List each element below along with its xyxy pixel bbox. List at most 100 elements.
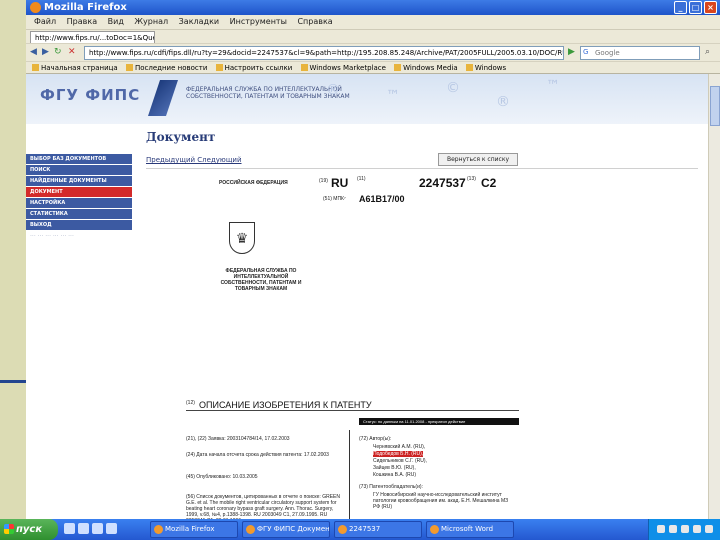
application-field: (21), (22) Заявка: 2003104784/14, 17.02.…: [186, 436, 290, 442]
sidebar-item-settings[interactable]: НАСТРОЙКА: [26, 198, 132, 208]
tab-strip: http://www.fips.ru/...toDoc=1&Query=...: [26, 29, 720, 44]
status-bar: Статус: по данным на 11.01.2008 - прекра…: [359, 418, 519, 425]
prev-next-links[interactable]: Предыдущий Следующий: [146, 156, 242, 164]
search-icon[interactable]: ⌕: [705, 47, 710, 57]
page-title: Документ: [146, 130, 216, 144]
authors-label: (72) Автор(ы):: [359, 436, 392, 442]
quicklaunch-icon[interactable]: [64, 523, 75, 534]
taskbar-item[interactable]: Microsoft Word: [426, 521, 514, 538]
bookmark-item[interactable]: Настроить ссылки: [215, 64, 292, 72]
bookmark-icon: [215, 64, 223, 71]
minimize-button[interactable]: _: [674, 1, 687, 14]
taskbar-item[interactable]: Mozilla Firefox: [150, 521, 238, 538]
divider: [146, 168, 698, 169]
taskbar-item[interactable]: ФГУ ФИПС Документ: [242, 521, 330, 538]
document-heading: ОПИСАНИЕ ИЗОБРЕТЕНИЯ К ПАТЕНТУ: [199, 400, 372, 410]
menu-tools[interactable]: Инструменты: [230, 17, 287, 26]
sidebar-item-found-documents[interactable]: НАЙДЕННЫЕ ДОКУМЕНТЫ: [26, 176, 132, 186]
bookmark-item[interactable]: Windows: [465, 64, 506, 72]
bookmark-icon: [465, 64, 473, 71]
bookmarks-bar: Начальная страница Последние новости Нас…: [26, 61, 720, 74]
address-input[interactable]: http://www.fips.ru/cdfi/fips.dll/ru?ty=2…: [84, 46, 564, 60]
start-date-field: (24) Дата начала отсчета срока действия …: [186, 452, 329, 458]
patent-document: РОССИЙСКАЯ ФЕДЕРАЦИЯ ♛ (19) RU (11) 2247…: [181, 174, 526, 520]
owner-value: ГУ Новосибирский научно-исследовательски…: [373, 492, 509, 510]
word-icon: [430, 525, 439, 534]
taskbar: пуск Mozilla Firefox ФГУ ФИПС Документ 2…: [0, 519, 720, 540]
bookmark-item[interactable]: Windows Marketplace: [300, 64, 386, 72]
bookmark-item[interactable]: Начальная страница: [32, 64, 118, 72]
trademark-icon: ™: [386, 88, 400, 104]
tray-icon[interactable]: [681, 525, 689, 533]
firefox-icon: [30, 2, 41, 13]
bookmark-item[interactable]: Последние новости: [125, 64, 207, 72]
taskbar-item[interactable]: 2247537: [334, 521, 422, 538]
sidebar-item-exit[interactable]: ВЫХОД: [26, 220, 132, 230]
quicklaunch-icon[interactable]: [92, 523, 103, 534]
site-banner: ФГУ ФИПС ФЕДЕРАЛЬНАЯ СЛУЖБА ПО ИНТЕЛЛЕКТ…: [26, 74, 708, 124]
field-11: (11): [357, 176, 366, 182]
sidebar-separator: ... ... ... ... ... ...: [30, 231, 74, 238]
field-19: (19): [319, 178, 328, 184]
quicklaunch-icon[interactable]: [106, 523, 117, 534]
author-item: Кошкина В.А. (RU): [373, 472, 417, 478]
bookmark-icon: [394, 64, 402, 71]
vertical-scrollbar[interactable]: [708, 74, 720, 520]
quicklaunch-icon[interactable]: [78, 523, 89, 534]
menu-file[interactable]: Файл: [34, 17, 56, 26]
menu-history[interactable]: Журнал: [134, 17, 168, 26]
stop-icon[interactable]: ✕: [68, 47, 76, 57]
menu-help[interactable]: Справка: [297, 17, 332, 26]
sidebar-item-databases[interactable]: ВЫБОР БАЗ ДОКУМЕНТОВ: [26, 154, 132, 164]
agency-label: ФЕДЕРАЛЬНАЯ СЛУЖБА ПО ИНТЕЛЛЕКТУАЛЬНОЙ С…: [220, 268, 302, 292]
bookmark-item[interactable]: Windows Media: [394, 64, 458, 72]
navigation-toolbar: ◀ ▶ ↻ ✕ http://www.fips.ru/cdfi/fips.dll…: [26, 43, 720, 61]
sidebar-item-document[interactable]: ДОКУМЕНТ: [26, 187, 132, 197]
page-content: ФГУ ФИПС ФЕДЕРАЛЬНАЯ СЛУЖБА ПО ИНТЕЛЛЕКТ…: [26, 74, 708, 520]
sidebar-item-statistics[interactable]: СТАТИСТИКА: [26, 209, 132, 219]
scroll-thumb[interactable]: [710, 86, 720, 126]
tray-icon[interactable]: [693, 525, 701, 533]
menu-bar: Файл Правка Вид Журнал Закладки Инструме…: [26, 15, 720, 29]
bookmark-icon: [125, 64, 133, 71]
system-tray: [648, 519, 720, 540]
back-icon[interactable]: ◀: [30, 47, 37, 57]
trademark-icon: ™: [546, 78, 560, 94]
start-button[interactable]: пуск: [0, 519, 58, 540]
go-icon[interactable]: ▶: [568, 47, 575, 57]
owner-label: (73) Патентообладатель(и):: [359, 484, 423, 490]
tray-icon[interactable]: [669, 525, 677, 533]
patent-number: 2247537: [419, 176, 466, 190]
slide-accent-bar: [0, 380, 26, 383]
patent-kind: C2: [481, 176, 497, 190]
site-logo[interactable]: ФГУ ФИПС: [40, 86, 140, 104]
publication-field: (45) Опубликовано: 10.03.2005: [186, 474, 258, 480]
references-field: (56) Список документов, цитированных в о…: [186, 494, 340, 520]
fips-emblem: [148, 80, 178, 116]
close-button[interactable]: ×: [704, 1, 717, 14]
tray-icon[interactable]: [705, 525, 713, 533]
agency-name: ФЕДЕРАЛЬНАЯ СЛУЖБА ПО ИНТЕЛЛЕКТУАЛЬНОЙ С…: [186, 86, 350, 100]
reload-icon[interactable]: ↻: [54, 47, 62, 57]
registered-mark-icon: ®: [326, 82, 340, 98]
title-bar: Mozilla Firefox _ □ ×: [26, 0, 720, 15]
forward-icon[interactable]: ▶: [42, 47, 49, 57]
menu-edit[interactable]: Правка: [67, 17, 97, 26]
search-input[interactable]: Google: [580, 46, 700, 60]
document-nav: Предыдущий Следующий Вернуться к списку: [146, 153, 698, 166]
tray-icon[interactable]: [657, 525, 665, 533]
menu-view[interactable]: Вид: [108, 17, 124, 26]
menu-bookmarks[interactable]: Закладки: [179, 17, 219, 26]
author-item: Подобедов Б.Н. (RU),: [373, 451, 424, 457]
country-code: RU: [331, 176, 349, 190]
copyright-icon: ©: [446, 80, 460, 96]
bookmark-icon: [300, 64, 308, 71]
maximize-button[interactable]: □: [689, 1, 702, 14]
coat-of-arms-icon: ♛: [229, 222, 255, 254]
author-item: Зайцев В.Ю. (RU),: [373, 465, 416, 471]
author-item: Сидельников С.Г. (RU),: [373, 458, 427, 464]
back-to-list-button[interactable]: Вернуться к списку: [438, 153, 518, 166]
field-13: (13): [467, 176, 476, 182]
author-item: Чернявский А.М. (RU),: [373, 444, 426, 450]
sidebar-item-search[interactable]: ПОИСК: [26, 165, 132, 175]
